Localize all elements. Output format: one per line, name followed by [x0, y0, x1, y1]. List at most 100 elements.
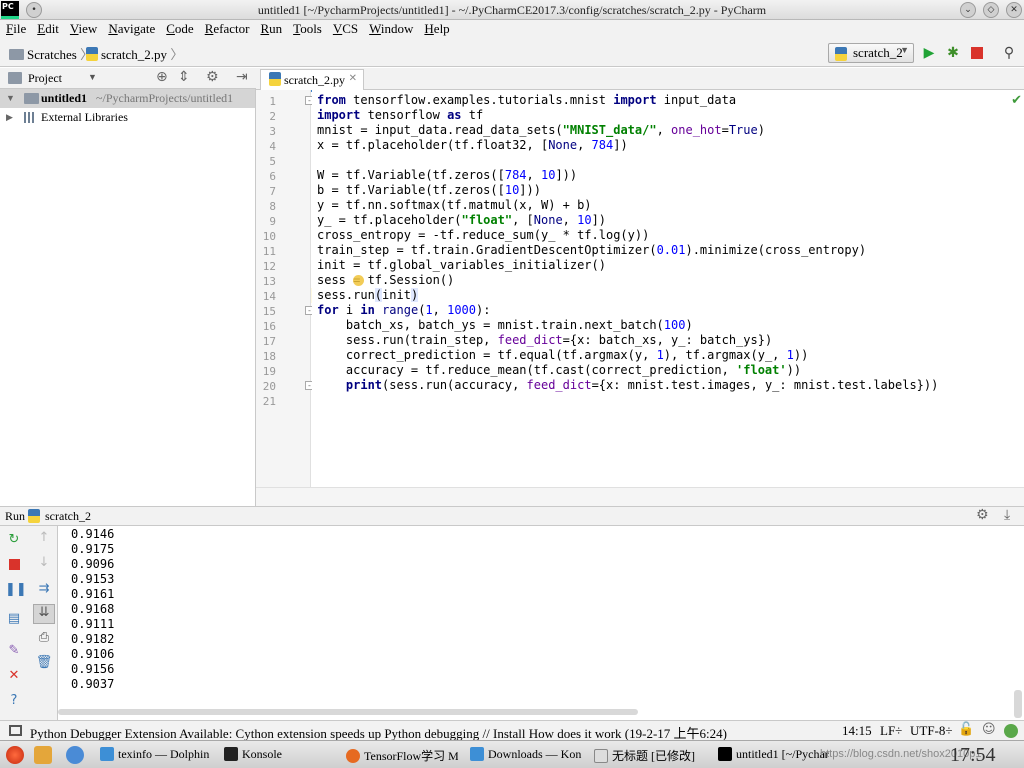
line-separator[interactable]: LF÷ [880, 723, 902, 739]
arrow-up-icon[interactable]: ↑ [35, 530, 53, 546]
collapse-icon[interactable]: ⇕ [178, 69, 190, 85]
code-line: b = tf.Variable(tf.zeros([10])) [317, 183, 541, 197]
horizontal-scrollbar[interactable] [58, 709, 638, 715]
editor-gutter: 1 2 3 4 5 6 7 8 9 10 11 12 13 14 15 16 1… [256, 90, 314, 487]
hide-panel-icon[interactable]: ⤓ [1004, 507, 1010, 523]
arrow-down-icon[interactable]: ↓ [35, 555, 53, 571]
console-line: 0.9161 [71, 587, 115, 601]
minimize-icon[interactable]: ⌄ [960, 2, 976, 18]
python-file-icon [269, 72, 281, 86]
code-line: mnist = input_data.read_data_sets("MNIST… [317, 123, 765, 137]
file-encoding[interactable]: UTF-8÷ [910, 723, 953, 739]
caret-position[interactable]: 14:15 [842, 723, 872, 739]
task-editor[interactable]: 无标题 [已修改] [594, 747, 706, 764]
task-firefox[interactable]: TensorFlow学习 M [346, 747, 458, 764]
tab-label: scratch_2.py [284, 73, 345, 87]
tree-item-external-libraries[interactable]: ▶ External Libraries [0, 108, 255, 127]
hide-panel-icon[interactable]: ⇥ [236, 69, 248, 85]
line-number: 2 [269, 110, 276, 123]
rerun-icon[interactable]: ↻ [5, 532, 23, 548]
pycharm-icon [718, 747, 732, 761]
line-number: 9 [269, 215, 276, 228]
layout-icon[interactable]: ▤ [5, 611, 23, 627]
task-dolphin[interactable]: texinfo — Dolphin [100, 747, 212, 762]
run-panel-label[interactable]: Run [5, 509, 25, 524]
menu-navigate[interactable]: Navigate [102, 20, 160, 38]
help-icon[interactable]: ? [5, 693, 23, 709]
run-panel-config[interactable]: scratch_2 [45, 509, 91, 524]
lightbulb-icon[interactable] [353, 275, 364, 286]
soft-wrap-icon[interactable]: ⇉ [35, 581, 53, 597]
document-icon [594, 749, 608, 763]
menu-edit[interactable]: Edit [31, 20, 64, 38]
scroll-to-end-icon[interactable]: ⇊ [33, 604, 55, 624]
window-titlebar: PC • untitled1 [~/PycharmProjects/untitl… [0, 0, 1024, 20]
code-editor[interactable]: from tensorflow.examples.tutorials.mnist… [312, 90, 1024, 487]
close-window-icon[interactable]: ✕ [1006, 2, 1022, 18]
line-number: 10 [262, 230, 276, 243]
menu-help[interactable]: Help [418, 20, 454, 38]
menu-tools[interactable]: Tools [287, 20, 327, 38]
search-icon[interactable]: ⚲ [1000, 44, 1018, 62]
task-pycharm[interactable]: untitled1 [~/Pychar [718, 747, 830, 762]
run-console-output[interactable]: 0.9146 0.9175 0.9096 0.9153 0.9161 0.916… [58, 526, 1024, 720]
pause-icon[interactable]: ❚❚ [5, 582, 27, 598]
run-icon[interactable]: ▶ [920, 44, 938, 62]
tree-item-untitled1[interactable]: ▼ untitled1 ~/PycharmProjects/untitled1 [0, 89, 255, 108]
start-menu-icon[interactable] [6, 746, 24, 764]
print-icon[interactable]: ⎙ [35, 630, 53, 646]
event-log-icon[interactable] [1004, 724, 1018, 738]
menu-view[interactable]: View [64, 20, 102, 38]
chevron-down-icon[interactable]: ▼ [88, 72, 97, 82]
gear-icon[interactable]: ⚙ [976, 507, 989, 523]
editor-footer [256, 487, 1024, 506]
gear-icon[interactable]: ⚙ [206, 69, 219, 85]
menu-run[interactable]: Run [254, 20, 287, 38]
line-number: 8 [269, 200, 276, 213]
menu-vcs[interactable]: VCS [327, 20, 363, 38]
lock-icon[interactable]: 🔓 [958, 722, 974, 737]
chevron-down-icon[interactable]: ▼ [6, 89, 15, 108]
pin-icon[interactable]: ✎ [5, 643, 23, 659]
chevron-down-icon: ▼ [900, 45, 909, 55]
chevron-right-icon[interactable]: ▶ [6, 108, 13, 127]
close-icon[interactable]: ✕ [5, 668, 23, 684]
menu-code[interactable]: Code [160, 20, 198, 38]
stop-icon[interactable] [5, 557, 23, 573]
code-line: y_ = tf.placeholder("float", [None, 10]) [317, 213, 607, 227]
python-file-icon [86, 47, 98, 61]
menu-window[interactable]: Window [363, 20, 418, 38]
package-icon[interactable] [34, 746, 52, 764]
task-label: Downloads — Kon [488, 747, 582, 761]
line-number: 21 [262, 395, 276, 408]
tab-scratch-2[interactable]: scratch_2.py ✕ [260, 69, 364, 92]
browser-icon[interactable] [66, 746, 84, 764]
check-icon: ✔ [1011, 93, 1022, 108]
task-downloads[interactable]: Downloads — Kon [470, 747, 582, 762]
clock[interactable]: 17:54 [950, 744, 996, 767]
crosshair-icon[interactable]: ⊕ [156, 69, 168, 85]
stop-icon[interactable] [968, 44, 986, 62]
debug-icon[interactable]: ✱ [944, 44, 962, 62]
console-line: 0.9096 [71, 557, 115, 571]
breadcrumb-file[interactable]: scratch_2.py 〉 [86, 44, 183, 63]
line-number: 6 [269, 170, 276, 183]
task-konsole[interactable]: Konsole [224, 747, 304, 762]
project-panel-header: Project ▼ ⊕ ⇕ ⚙ ⇥ [0, 68, 256, 89]
task-label: texinfo — Dolphin [118, 747, 210, 761]
toggle-tool-windows-icon[interactable] [9, 725, 22, 736]
inspector-icon[interactable]: ☺ [982, 722, 996, 737]
run-configuration-select[interactable]: scratch_2 ▼ [828, 43, 914, 63]
code-line: from tensorflow.examples.tutorials.mnist… [317, 93, 737, 107]
close-tab-icon[interactable]: ✕ [349, 73, 357, 84]
console-line: 0.9168 [71, 602, 115, 616]
menu-file[interactable]: File [0, 20, 31, 38]
project-root-name: untitled1 [41, 91, 88, 105]
vertical-scrollbar[interactable] [1014, 690, 1022, 718]
menu-refactor[interactable]: Refactor [199, 20, 255, 38]
project-panel-title[interactable]: Project [28, 71, 62, 86]
trash-icon[interactable]: 🗑 [35, 655, 53, 671]
console-line: 0.9156 [71, 662, 115, 676]
breadcrumb-scratches[interactable]: Scratches 〉 [9, 44, 93, 63]
maximize-icon[interactable]: ◇ [983, 2, 999, 18]
